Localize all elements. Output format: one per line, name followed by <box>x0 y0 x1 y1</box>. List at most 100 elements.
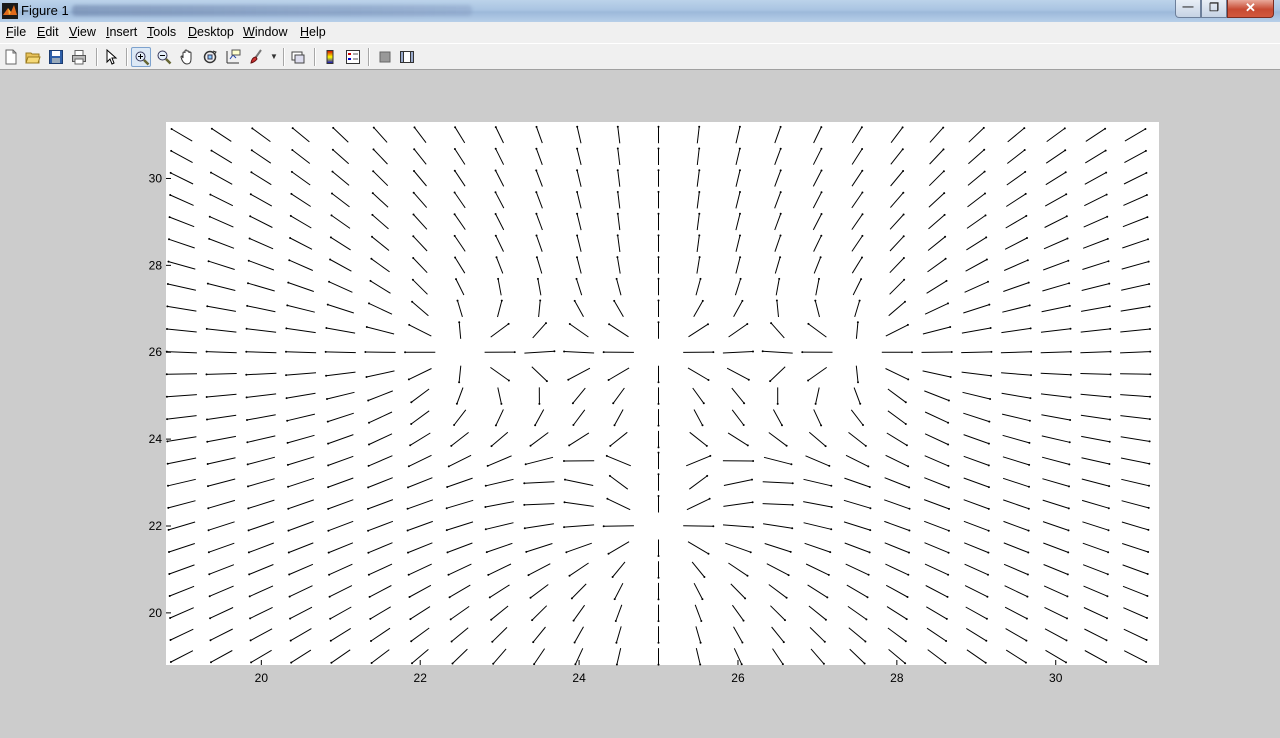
quiver-arrowhead <box>529 596 532 599</box>
quiver-arrowhead <box>166 328 168 330</box>
quiver-arrowhead <box>741 641 744 644</box>
x-tick-label: 20 <box>255 671 269 685</box>
quiver-arrowhead <box>942 126 945 129</box>
menu-desktop[interactable]: Desktop <box>188 25 234 40</box>
quiver-arrowhead <box>943 192 946 195</box>
quiver-arrowhead <box>616 212 619 215</box>
quiver-arrowhead <box>830 528 833 531</box>
quiver-arrowhead <box>616 256 619 259</box>
quiver-arrowhead <box>983 148 986 151</box>
quiver-arrowhead <box>328 280 331 283</box>
quiver-arrowhead <box>1105 171 1108 174</box>
brush-icon <box>250 49 262 64</box>
quiver-plot[interactable]: 20 22 24 26 28 30 20 22 24 26 28 30 <box>0 70 1280 738</box>
quiver-arrowhead <box>906 323 909 326</box>
quiver-arrowhead <box>657 234 660 237</box>
quiver-arrowhead <box>605 454 608 457</box>
quiver-arrowhead <box>701 598 704 601</box>
quiver-arrowhead <box>990 350 993 353</box>
quiver-arrowhead <box>208 595 211 598</box>
edit-plot-button[interactable] <box>101 47 121 67</box>
show-plot-tools-button[interactable] <box>397 47 417 67</box>
quiver-arrowhead <box>369 617 372 620</box>
zoom-in-button[interactable] <box>131 47 151 67</box>
quiver-arrowhead <box>404 351 407 354</box>
quiver-arrowhead <box>1069 396 1072 399</box>
link-plot-button[interactable] <box>288 47 308 67</box>
quiver-arrowhead <box>450 640 453 643</box>
quiver-arrowhead <box>1068 485 1070 488</box>
quiver-arrowhead <box>246 304 249 307</box>
quiver-arrowhead <box>787 574 790 577</box>
hide-plot-tools-button[interactable] <box>375 47 395 67</box>
quiver-arrowhead <box>251 127 254 130</box>
window-titlebar[interactable]: Figure 1 — ❐ ✕ <box>0 0 1280 22</box>
pan-button[interactable] <box>177 47 197 67</box>
quiver-arrowhead <box>407 573 410 576</box>
quiver-arrowhead <box>286 304 289 307</box>
quiver-arrowhead <box>902 235 905 238</box>
quiver-arrowhead <box>707 379 710 381</box>
brush-button[interactable] <box>246 47 266 67</box>
quiver-arrowhead <box>245 327 248 330</box>
menu-help[interactable]: Help <box>300 25 326 40</box>
quiver-arrowhead <box>574 663 577 666</box>
quiver-arrowhead <box>751 478 753 481</box>
minimize-button[interactable]: — <box>1175 0 1201 18</box>
menu-edit[interactable]: Edit <box>37 25 59 40</box>
quiver-arrowhead <box>247 282 249 285</box>
quiver-arrowhead <box>563 501 566 504</box>
quiver-arrowhead <box>861 234 864 237</box>
quiver-arrowhead <box>205 396 208 398</box>
quiver-arrowhead <box>820 234 823 237</box>
menu-insert[interactable]: Insert <box>106 25 137 40</box>
quiver-arrowhead <box>1068 282 1071 285</box>
quiver-arrowhead <box>820 191 823 194</box>
restore-icon: ❐ <box>1209 2 1219 14</box>
menu-window[interactable]: Window <box>243 25 287 40</box>
quiver-arrowhead <box>949 376 952 378</box>
new-figure-button[interactable] <box>1 47 21 67</box>
quiver-arrowhead <box>906 596 909 598</box>
quiver-arrowhead <box>495 256 498 259</box>
save-button[interactable] <box>46 47 66 67</box>
data-cursor-button[interactable] <box>223 47 243 67</box>
menu-file[interactable]: File <box>6 25 26 40</box>
print-button[interactable] <box>69 47 89 67</box>
figure-canvas[interactable]: 20 22 24 26 28 30 20 22 24 26 28 30 <box>0 70 1280 738</box>
quiver-arrowhead <box>1147 260 1150 263</box>
open-file-button[interactable] <box>23 47 43 67</box>
rotate-3d-button[interactable] <box>200 47 220 67</box>
quiver-arrowhead <box>1147 506 1150 509</box>
quiver-arrowhead <box>781 663 784 666</box>
brush-dropdown-icon[interactable]: ▼ <box>270 52 278 61</box>
quiver-arrowhead <box>291 127 294 130</box>
quiver-arrowhead <box>1069 419 1072 421</box>
quiver-arrowhead <box>455 278 457 281</box>
quiver-arrowhead <box>864 640 867 643</box>
menu-bar: File Edit View Insert Tools Desktop Wind… <box>0 22 1280 58</box>
quiver-arrowhead <box>248 573 251 576</box>
rotate-3d-icon <box>203 50 217 64</box>
colorbar-button[interactable] <box>320 47 340 67</box>
maximize-button[interactable]: ❐ <box>1201 0 1227 18</box>
quiver-arrowhead <box>285 327 288 330</box>
menu-tools[interactable]: Tools <box>147 25 176 40</box>
quiver-arrowhead <box>1028 485 1030 488</box>
menu-view[interactable]: View <box>69 25 96 40</box>
quiver-arrowhead <box>207 260 210 263</box>
close-button[interactable]: ✕ <box>1227 0 1274 18</box>
quiver-arrowhead <box>864 444 867 447</box>
quiver-arrowhead <box>829 551 832 554</box>
quiver-arrowhead <box>1026 573 1029 576</box>
quiver-arrowhead <box>488 596 491 599</box>
legend-button[interactable] <box>343 47 363 67</box>
zoom-out-button[interactable] <box>154 47 174 67</box>
quiver-arrowhead <box>902 257 905 259</box>
quiver-arrowhead <box>947 399 950 402</box>
quiver-arrowhead <box>531 619 534 622</box>
quiver-arrowhead <box>945 640 948 642</box>
quiver-arrowhead <box>611 576 614 578</box>
quiver-arrowhead <box>330 661 333 664</box>
quiver-arrowhead <box>612 402 615 405</box>
